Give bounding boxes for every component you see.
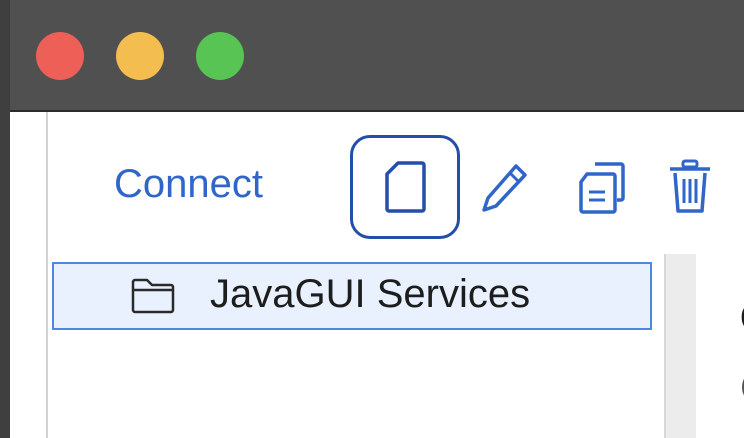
main-content: Connect JavaGUI Services (10, 112, 744, 438)
detail-panel: C C (696, 254, 744, 438)
panel-splitter[interactable] (664, 254, 696, 438)
copy-icon (579, 162, 625, 214)
new-connection-button[interactable] (350, 135, 460, 239)
tree-item-label: JavaGUI Services (210, 272, 531, 316)
tree-item-javagui-services[interactable]: JavaGUI Services (52, 262, 652, 330)
detail-heading: C (740, 296, 744, 341)
pencil-icon (482, 164, 527, 212)
connect-link[interactable]: Connect (114, 162, 263, 207)
duplicate-connection-button[interactable] (570, 152, 634, 224)
delete-connection-button[interactable] (660, 150, 720, 224)
detail-subtext: C (740, 366, 744, 411)
folder-icon (131, 278, 175, 314)
left-gutter (10, 112, 48, 438)
trash-icon (670, 159, 710, 213)
window-titlebar[interactable] (10, 0, 744, 112)
new-document-icon (385, 161, 426, 213)
window-frame-edge (0, 0, 10, 438)
connection-tree[interactable]: JavaGUI Services (48, 254, 664, 438)
close-window-button[interactable] (36, 32, 84, 80)
minimize-window-button[interactable] (116, 32, 164, 80)
edit-connection-button[interactable] (472, 152, 536, 224)
maximize-window-button[interactable] (196, 32, 244, 80)
